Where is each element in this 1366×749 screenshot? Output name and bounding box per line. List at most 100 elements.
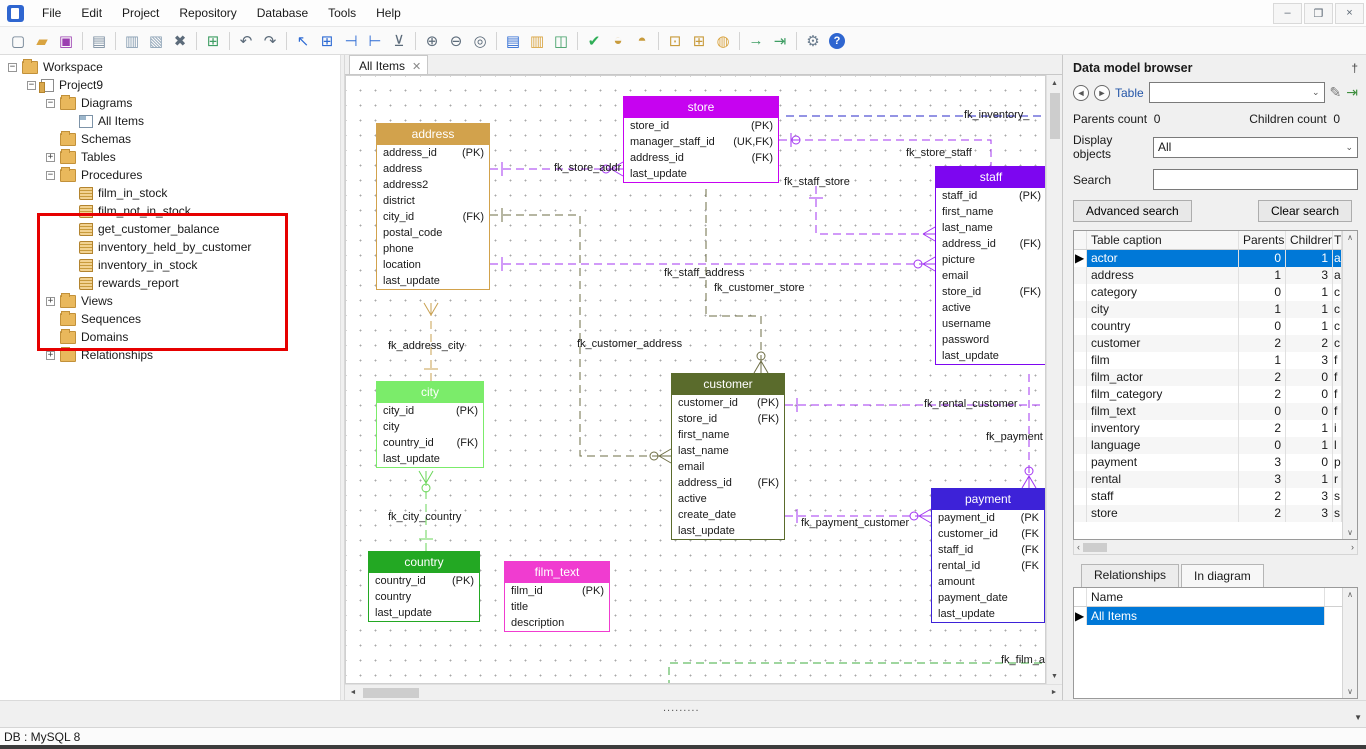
forward-icon[interactable]: ► bbox=[1094, 85, 1110, 101]
column-header-table-caption[interactable]: Table caption bbox=[1087, 231, 1239, 249]
scroll-left-icon[interactable]: ◄ bbox=[345, 685, 361, 701]
report-icon[interactable]: ▤ bbox=[501, 30, 525, 52]
hierarchy-icon[interactable]: ⊻ bbox=[387, 30, 411, 52]
restore-button[interactable]: ❐ bbox=[1304, 3, 1333, 24]
diagram-table-film_text[interactable]: film_textfilm_id(PK)titledescription bbox=[504, 561, 610, 632]
close-button[interactable]: × bbox=[1335, 3, 1364, 24]
relationship-line-fk_film_a[interactable] bbox=[669, 663, 1046, 684]
menu-edit[interactable]: Edit bbox=[71, 2, 112, 24]
relationship-line-fk_customer_store[interactable] bbox=[706, 189, 761, 373]
diagram-table-payment[interactable]: paymentpayment_id(PKcustomer_id(FKstaff_… bbox=[931, 488, 1045, 623]
relationship-line-fk_customer_address[interactable] bbox=[490, 215, 671, 456]
new-file-icon[interactable]: ▢ bbox=[6, 30, 30, 52]
scroll-up-icon[interactable]: ∧ bbox=[1347, 233, 1353, 242]
column-header-children[interactable]: Children bbox=[1286, 231, 1333, 249]
splitter-grip-icon[interactable]: ......... bbox=[663, 702, 700, 714]
diagram-table-country[interactable]: countrycountry_id(PK)countrylast_update bbox=[368, 551, 480, 622]
back-icon[interactable]: ◄ bbox=[1073, 85, 1089, 101]
table-row-film_actor[interactable]: film_actor20f bbox=[1074, 369, 1357, 386]
scroll-right-icon[interactable]: › bbox=[1351, 542, 1354, 552]
tree-item-relationships[interactable]: +Relationships bbox=[0, 346, 340, 364]
zoom-out-icon[interactable]: ⊖ bbox=[444, 30, 468, 52]
scroll-down-icon[interactable]: ∨ bbox=[1347, 687, 1353, 696]
goto-table-icon[interactable]: ⇥ bbox=[1346, 84, 1358, 101]
table-row-actor[interactable]: ▶actor01a bbox=[1074, 250, 1357, 267]
new-table-icon[interactable]: ⊞ bbox=[315, 30, 339, 52]
pointer-icon[interactable]: ↖ bbox=[291, 30, 315, 52]
table-select-combobox[interactable]: ⌄ bbox=[1149, 82, 1325, 103]
tree-item-schemas[interactable]: Schemas bbox=[0, 130, 340, 148]
save-icon[interactable]: ▣ bbox=[54, 30, 78, 52]
grid-horizontal-scrollbar[interactable]: ‹ › bbox=[1073, 540, 1358, 555]
display-objects-combobox[interactable]: All ⌄ bbox=[1153, 137, 1358, 158]
tree-item-domains[interactable]: Domains bbox=[0, 328, 340, 346]
diagram-table-customer[interactable]: customercustomer_id(PK)store_id(FK)first… bbox=[671, 373, 785, 540]
expand-icon[interactable]: + bbox=[46, 153, 55, 162]
tree-item-diagrams[interactable]: −Diagrams bbox=[0, 94, 340, 112]
tab-close-icon[interactable]: ✕ bbox=[412, 60, 421, 73]
collapse-icon[interactable]: − bbox=[46, 171, 55, 180]
diagram-table-store[interactable]: storestore_id(PK)manager_staff_id(UK,FK)… bbox=[623, 96, 779, 183]
canvas-vscroll-thumb[interactable] bbox=[1050, 93, 1060, 139]
database-save-icon[interactable]: ◓ bbox=[630, 30, 654, 52]
relation-1-n-icon[interactable]: ⊢ bbox=[363, 30, 387, 52]
validate-icon[interactable]: ✔ bbox=[582, 30, 606, 52]
tree-item-sequences[interactable]: Sequences bbox=[0, 310, 340, 328]
table-row-rental[interactable]: rental31r bbox=[1074, 471, 1357, 488]
copy-table-icon[interactable]: ⊞ bbox=[687, 30, 711, 52]
menu-project[interactable]: Project bbox=[112, 2, 169, 24]
scroll-right-icon[interactable]: ► bbox=[1046, 685, 1062, 701]
import-table-icon[interactable]: ⇥ bbox=[768, 30, 792, 52]
print-icon[interactable]: ▤ bbox=[87, 30, 111, 52]
menu-help[interactable]: Help bbox=[366, 2, 411, 24]
table-row-address[interactable]: address13a bbox=[1074, 267, 1357, 284]
tab-in-diagram[interactable]: In diagram bbox=[1181, 564, 1264, 587]
grid-hscroll-thumb[interactable] bbox=[1083, 543, 1107, 552]
tab-all-items[interactable]: All Items ✕ bbox=[349, 55, 428, 74]
search-input[interactable] bbox=[1153, 169, 1358, 190]
import-db-icon[interactable]: → bbox=[744, 30, 768, 52]
tree-item-get-customer-balance[interactable]: get_customer_balance bbox=[0, 220, 340, 238]
table-row-language[interactable]: language01l bbox=[1074, 437, 1357, 454]
diagram-table-address[interactable]: addressaddress_id(PK)addressaddress2dist… bbox=[376, 123, 490, 290]
delete-icon[interactable]: ✖ bbox=[168, 30, 192, 52]
copy-icon[interactable]: ▥ bbox=[120, 30, 144, 52]
diagram-table-city[interactable]: citycity_id(PK)citycountry_id(FK)last_up… bbox=[376, 381, 484, 468]
tree-item-project9[interactable]: −Project9 bbox=[0, 76, 340, 94]
tree-item-views[interactable]: +Views bbox=[0, 292, 340, 310]
grid-vertical-scrollbar[interactable]: ∧ ∨ bbox=[1342, 231, 1357, 539]
menu-repository[interactable]: Repository bbox=[169, 2, 246, 24]
copy-model-icon[interactable]: ⊡ bbox=[663, 30, 687, 52]
minimize-button[interactable]: – bbox=[1273, 3, 1302, 24]
diagram-canvas[interactable]: addressaddress_id(PK)addressaddress2dist… bbox=[345, 75, 1046, 684]
scroll-up-icon[interactable]: ∧ bbox=[1347, 590, 1353, 599]
table-row-city[interactable]: city11c bbox=[1074, 301, 1357, 318]
menu-file[interactable]: File bbox=[32, 2, 71, 24]
scroll-left-icon[interactable]: ‹ bbox=[1077, 542, 1080, 552]
merge-db-icon[interactable]: ◍ bbox=[711, 30, 735, 52]
chevron-down-icon[interactable]: ▼ bbox=[1354, 713, 1362, 722]
menu-database[interactable]: Database bbox=[247, 2, 318, 24]
open-folder-icon[interactable]: ▰ bbox=[30, 30, 54, 52]
canvas-horizontal-scrollbar[interactable]: ◄ ► bbox=[345, 684, 1062, 700]
undo-icon[interactable]: ↶ bbox=[234, 30, 258, 52]
expand-icon[interactable]: + bbox=[46, 351, 55, 360]
pin-icon[interactable]: † bbox=[1351, 61, 1358, 75]
form-icon[interactable]: ◫ bbox=[549, 30, 573, 52]
database-load-icon[interactable]: ◒ bbox=[606, 30, 630, 52]
tree-item-workspace[interactable]: −Workspace bbox=[0, 58, 340, 76]
tree-item-inventory-held-by-customer[interactable]: inventory_held_by_customer bbox=[0, 238, 340, 256]
tree-item-film-in-stock[interactable]: film_in_stock bbox=[0, 184, 340, 202]
table-row-staff[interactable]: staff23s bbox=[1074, 488, 1357, 505]
zoom-in-icon[interactable]: ⊕ bbox=[420, 30, 444, 52]
relationship-line-fk_staff_store[interactable] bbox=[816, 186, 935, 234]
table-row-film_category[interactable]: film_category20f bbox=[1074, 386, 1357, 403]
tab-relationships[interactable]: Relationships bbox=[1081, 564, 1179, 587]
table-row-store[interactable]: store23s bbox=[1074, 505, 1357, 522]
table-row-country[interactable]: country01c bbox=[1074, 318, 1357, 335]
name-grid-vertical-scrollbar[interactable]: ∧ ∨ bbox=[1342, 588, 1357, 698]
canvas-vertical-scrollbar[interactable]: ▲ ▼ bbox=[1046, 75, 1062, 684]
scroll-down-icon[interactable]: ∨ bbox=[1347, 528, 1353, 537]
tree-item-all-items[interactable]: All Items bbox=[0, 112, 340, 130]
expand-icon[interactable]: + bbox=[46, 297, 55, 306]
